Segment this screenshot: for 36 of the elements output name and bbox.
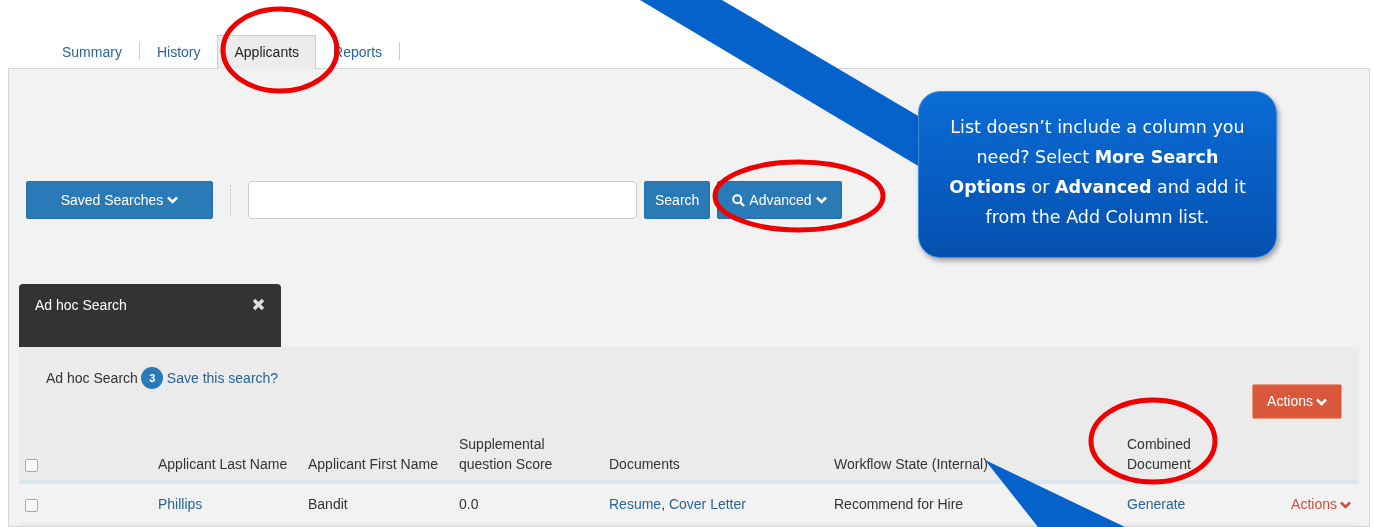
callout-text: List doesn’t include a column you need? Select More Search Options or Advanced and add it from the Add Column list.	[918, 91, 1277, 258]
document-link[interactable]: Cover Letter	[668, 496, 746, 512]
column-header: Documents	[609, 455, 680, 474]
search-icon	[732, 193, 746, 207]
actions-button[interactable]: Actions	[1252, 384, 1342, 419]
advanced-button[interactable]: Advanced	[717, 181, 842, 219]
chevron-down-icon	[815, 196, 827, 204]
tab[interactable]: History	[139, 35, 218, 68]
search-name: Ad hoc Search	[46, 368, 138, 388]
column-header: Supplemental question Score	[459, 435, 554, 474]
applicant-link[interactable]: Phillips	[158, 496, 203, 512]
chevron-down-icon	[1340, 500, 1351, 509]
search-button[interactable]: Search	[644, 181, 711, 219]
column-header: Applicant First Name	[308, 455, 438, 474]
count-badge: 3	[141, 367, 164, 389]
chevron-down-icon	[1316, 397, 1327, 406]
saved-searches-button[interactable]: Saved Searches	[26, 181, 213, 219]
column-header: Applicant Last Name	[158, 455, 288, 474]
tab[interactable]: Applicants	[217, 35, 317, 69]
row-checkbox[interactable]	[25, 498, 38, 512]
search-tab-label: Ad hoc Search	[35, 296, 127, 315]
separator: ,	[661, 496, 666, 512]
generate-link[interactable]: Generate	[1127, 496, 1186, 512]
search-field[interactable]	[248, 181, 637, 219]
table-cell: Recommend for Hire	[834, 496, 964, 512]
save-search-link[interactable]: Save this search?	[166, 367, 279, 389]
table-cell: 0.0	[459, 496, 479, 512]
search-tab[interactable]: Ad hoc Search	[19, 284, 281, 347]
close-icon[interactable]	[252, 298, 265, 311]
table-cell: Bandit	[308, 496, 348, 512]
tab[interactable]: Summary	[45, 35, 139, 68]
document-link[interactable]: Resume	[609, 496, 662, 512]
chevron-down-icon	[167, 196, 179, 204]
column-header: Workflow State (Internal)	[834, 455, 988, 474]
column-header: Combined Document	[1127, 435, 1192, 474]
select-all-checkbox[interactable]	[25, 458, 38, 472]
